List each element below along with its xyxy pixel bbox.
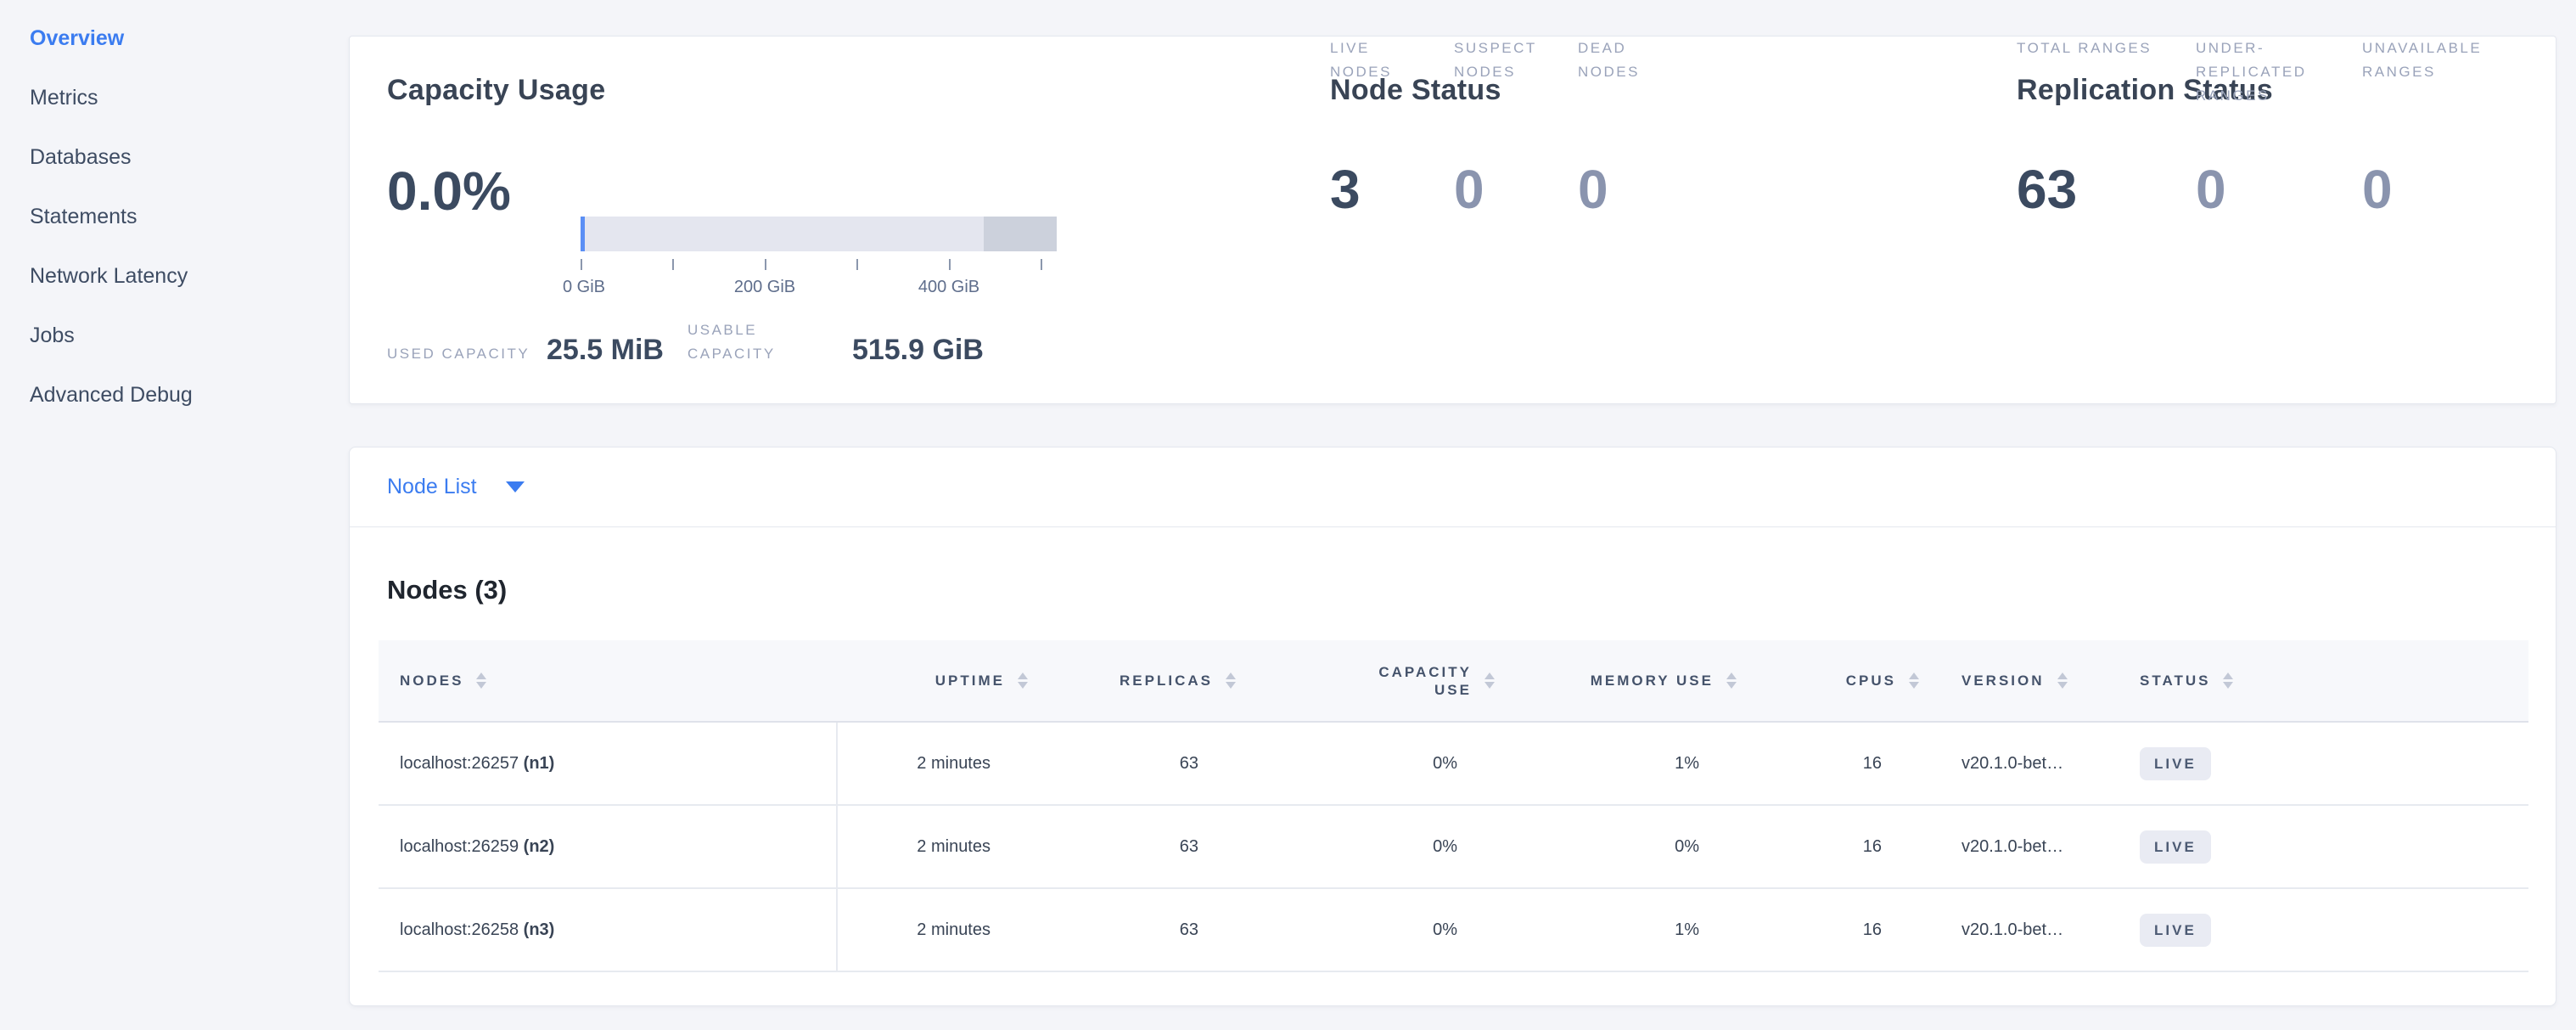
cluster-summary-card: Capacity Usage 0.0% 0 GiB 200 GiB 400 Gi… [349,36,2556,404]
node-address-link[interactable]: localhost:26258 (n3) [379,888,837,971]
unavailable-ranges-value: 0 [2362,162,2393,217]
total-ranges-label: TOTAL RANGES [2017,37,2161,60]
memory-use-cell: 0% [1495,805,1737,888]
dead-nodes-value: 0 [1578,162,1608,217]
usable-capacity-value: 515.9 GiB [852,335,984,364]
column-header-status[interactable]: STATUS [2114,640,2528,722]
status-badge: LIVE [2140,830,2211,864]
sidebar: Overview Metrics Databases Statements Ne… [0,0,349,1030]
replicas-cell: 63 [1028,805,1236,888]
uptime-cell: 2 minutes [837,722,1028,805]
cpus-cell: 16 [1737,805,1919,888]
sort-icon [1909,673,1919,689]
sort-icon [1484,673,1495,689]
sort-icon [1726,673,1737,689]
chevron-down-icon [506,481,525,492]
dead-nodes-label: DEAD NODES [1578,37,1680,84]
capacity-use-cell: 0% [1236,805,1495,888]
column-header-uptime[interactable]: UPTIME [837,640,1028,722]
version-cell: v20.1.0-bet… [1919,888,2114,971]
sort-icon [1018,673,1028,689]
column-header-version[interactable]: VERSION [1919,640,2114,722]
replicas-cell: 63 [1028,722,1236,805]
table-row: localhost:26259 (n2) 2 minutes 63 0% 0% … [379,805,2528,888]
total-ranges-value: 63 [2017,162,2077,217]
node-list-dropdown[interactable]: Node List [350,447,2556,527]
sidebar-item-advanced-debug[interactable]: Advanced Debug [0,365,349,425]
node-status-stats: 3 LIVE NODES 0 SUSPECT NODES 0 DEAD NODE… [1330,37,1702,363]
replicas-cell: 63 [1028,888,1236,971]
live-nodes-value: 3 [1330,162,1361,217]
status-cell: LIVE [2114,805,2528,888]
replication-status-stats: 63 TOTAL RANGES 0 UNDER-REPLICATED RANGE… [2017,37,2541,363]
table-row: localhost:26257 (n1) 2 minutes 63 0% 1% … [379,722,2528,805]
status-badge: LIVE [2140,914,2211,947]
used-capacity-label: USED CAPACITY [387,342,547,366]
capacity-stats-row: USED CAPACITY 25.5 MiB USABLE CAPACITY 5… [387,37,984,366]
sidebar-item-overview[interactable]: Overview [0,8,349,68]
used-capacity-value: 25.5 MiB [547,335,664,364]
sidebar-item-metrics[interactable]: Metrics [0,68,349,127]
sidebar-item-statements[interactable]: Statements [0,187,349,246]
cpus-cell: 16 [1737,888,1919,971]
sidebar-item-databases[interactable]: Databases [0,127,349,187]
capacity-gauge-other-segment [984,217,1057,251]
nodes-table: NODES UPTIME REPLICAS CAPACITY USE [379,640,2528,972]
status-cell: LIVE [2114,722,2528,805]
node-status-section: Node Status 3 LIVE NODES 0 SUSPECT NODES… [1330,37,2009,403]
suspect-nodes-value: 0 [1454,162,1484,217]
capacity-use-cell: 0% [1236,722,1495,805]
column-header-cpus[interactable]: CPUS [1737,640,1919,722]
unavailable-ranges-label: UNAVAILABLE RANGES [2362,37,2506,84]
capacity-usage-section: Capacity Usage 0.0% 0 GiB 200 GiB 400 Gi… [387,37,1329,403]
node-address-link[interactable]: localhost:26257 (n1) [379,722,837,805]
version-cell: v20.1.0-bet… [1919,805,2114,888]
uptime-cell: 2 minutes [837,888,1028,971]
sidebar-item-network-latency[interactable]: Network Latency [0,246,349,306]
under-replicated-ranges-value: 0 [2196,162,2226,217]
version-cell: v20.1.0-bet… [1919,722,2114,805]
cpus-cell: 16 [1737,722,1919,805]
sidebar-item-jobs[interactable]: Jobs [0,306,349,365]
table-row: localhost:26258 (n3) 2 minutes 63 0% 1% … [379,888,2528,971]
memory-use-cell: 1% [1495,888,1737,971]
replication-status-section: Replication Status 63 TOTAL RANGES 0 UND… [2017,37,2551,403]
capacity-use-cell: 0% [1236,888,1495,971]
nodes-table-header-row: NODES UPTIME REPLICAS CAPACITY USE [379,640,2528,722]
sort-icon [2057,673,2068,689]
uptime-cell: 2 minutes [837,805,1028,888]
sort-icon [2223,673,2233,689]
column-header-nodes[interactable]: NODES [379,640,837,722]
sort-icon [476,673,486,689]
node-list-card: Node List Nodes (3) NODES UPTIME [349,447,2556,1006]
suspect-nodes-label: SUSPECT NODES [1454,37,1556,84]
sort-icon [1226,673,1236,689]
column-header-capacity-use[interactable]: CAPACITY USE [1236,640,1495,722]
live-nodes-label: LIVE NODES [1330,37,1432,84]
column-header-replicas[interactable]: REPLICAS [1028,640,1236,722]
node-list-dropdown-label[interactable]: Node List [387,475,477,499]
node-address-link[interactable]: localhost:26259 (n2) [379,805,837,888]
status-badge: LIVE [2140,747,2211,780]
column-header-memory-use[interactable]: MEMORY USE [1495,640,1737,722]
memory-use-cell: 1% [1495,722,1737,805]
usable-capacity-label: USABLE CAPACITY [687,318,815,366]
status-cell: LIVE [2114,888,2528,971]
nodes-table-title: Nodes (3) [387,575,507,605]
under-replicated-ranges-label: UNDER-REPLICATED RANGES [2196,37,2340,108]
